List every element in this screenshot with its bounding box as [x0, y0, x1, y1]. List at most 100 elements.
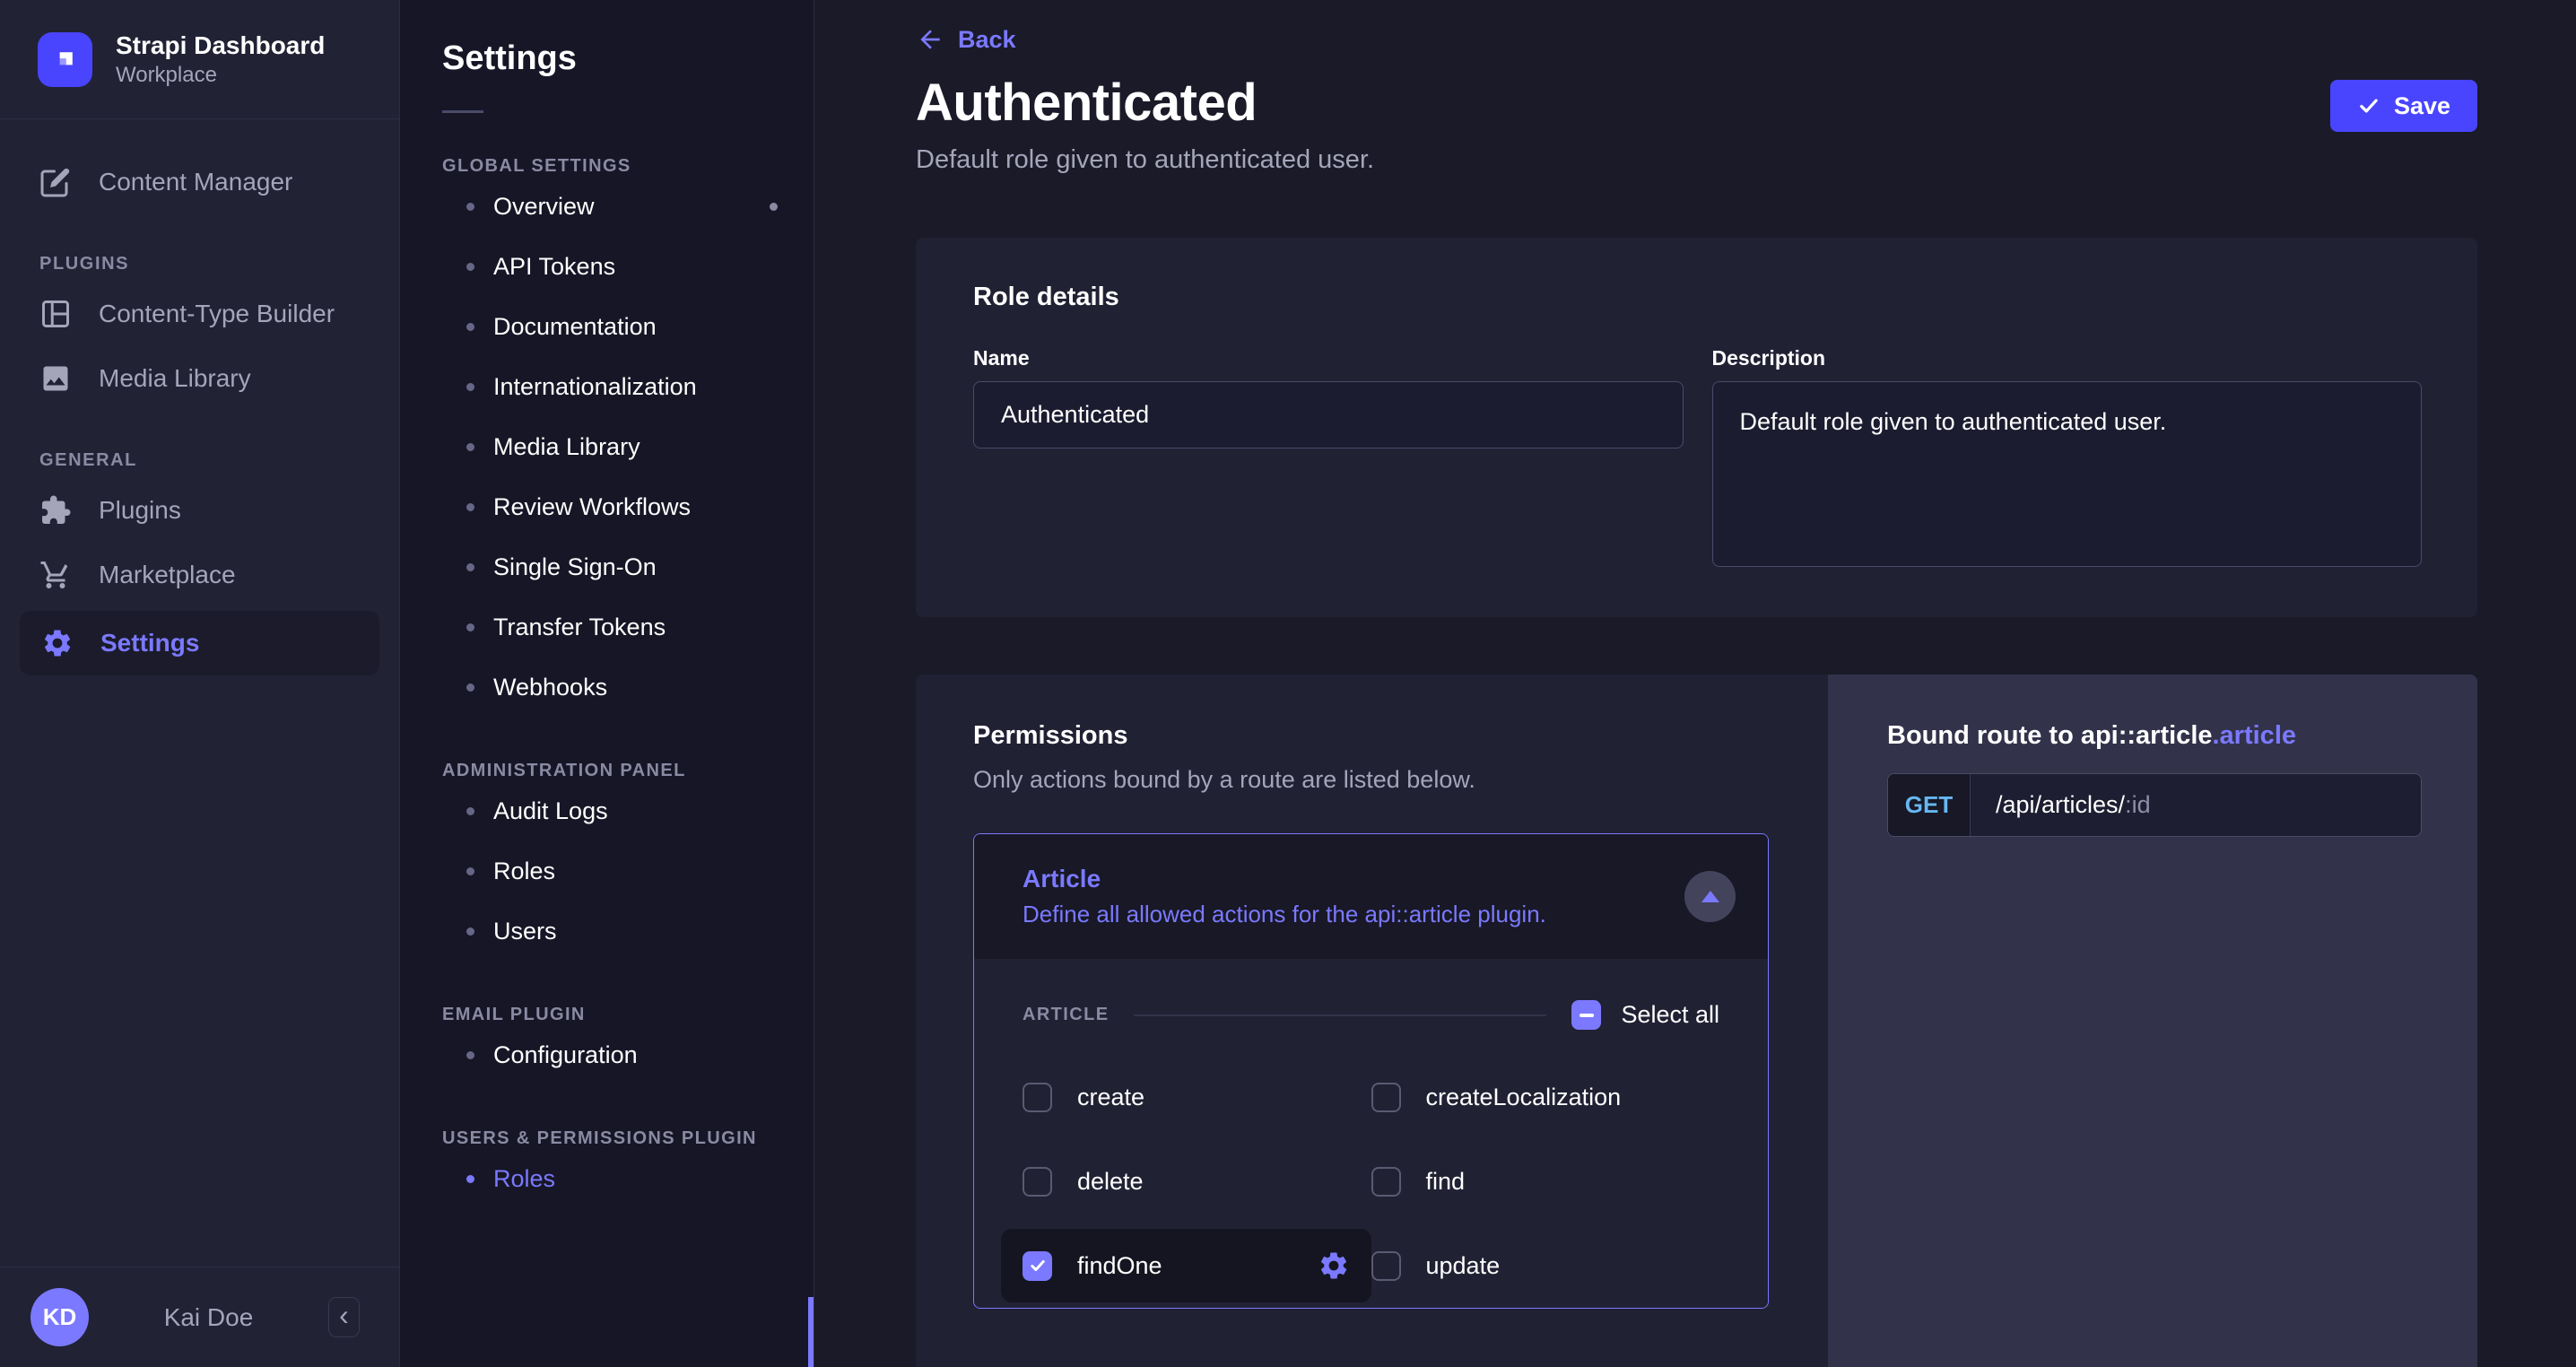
- route-field: GET /api/articles/:id: [1887, 773, 2422, 837]
- sidebar-item-label: Content-Type Builder: [99, 300, 335, 327]
- workspace-text: Strapi Dashboard Workplace: [116, 30, 325, 89]
- action-label: createLocalization: [1425, 1083, 1622, 1110]
- user-name: Kai Doe: [163, 1302, 254, 1331]
- avatar[interactable]: KD: [30, 1288, 89, 1346]
- role-details-title: Role details: [973, 283, 1119, 311]
- subnav-item-webhooks[interactable]: Webhooks: [400, 657, 814, 718]
- bullet-icon: [466, 203, 474, 211]
- subnav-item-label: Users: [493, 918, 557, 945]
- bullet-icon: [466, 867, 474, 875]
- workspace-title: Strapi Dashboard: [116, 30, 326, 59]
- page-subtitle: Default role given to authenticated user…: [916, 145, 1375, 174]
- chevron-up-icon: [1701, 891, 1719, 902]
- collapse-sidebar-button[interactable]: ‹: [328, 1297, 360, 1337]
- create-checkbox[interactable]: [1023, 1082, 1052, 1112]
- subnav-item-up-roles[interactable]: Roles: [400, 1149, 814, 1209]
- subnav-item-label: Roles: [493, 858, 556, 884]
- find-checkbox[interactable]: [1371, 1166, 1401, 1197]
- main-sidebar: Strapi Dashboard Workplace Content Manag…: [0, 0, 400, 1367]
- update-checkbox[interactable]: [1371, 1250, 1401, 1281]
- subnav-item-single-sign-on[interactable]: Single Sign-On: [400, 537, 814, 597]
- sidebar-item-label: Settings: [100, 629, 200, 657]
- arrow-left-icon: [920, 30, 940, 49]
- bullet-icon: [466, 443, 474, 451]
- image-icon: [43, 366, 68, 391]
- sidebar-item-label: Marketplace: [99, 561, 236, 588]
- subnav-item-documentation[interactable]: Documentation: [400, 297, 814, 357]
- route-path-main: /api/articles/: [1996, 791, 2126, 818]
- bullet-icon: [466, 1175, 474, 1183]
- bullet-icon: [466, 1051, 474, 1059]
- permissions-card: Permissions Only actions bound by a rout…: [916, 675, 1828, 1367]
- subnav-item-label: Audit Logs: [493, 797, 608, 824]
- minus-icon: [1579, 1013, 1594, 1017]
- subnav-item-internationalization[interactable]: Internationalization: [400, 357, 814, 417]
- action-update: update: [1371, 1223, 1720, 1308]
- article-accordion: Article Define all allowed actions for t…: [973, 833, 1769, 1309]
- name-field-group: Name Authenticated: [973, 346, 1684, 567]
- action-label: update: [1425, 1251, 1501, 1279]
- article-group-label: ARTICLE: [1023, 1005, 1110, 1024]
- article-accordion-body: ARTICLE Select all create createLocaliza…: [974, 959, 1768, 1308]
- subnav-section-administration-panel: ADMINISTRATION PANEL Audit Logs Roles Us…: [400, 761, 814, 962]
- sidebar-item-content-type-builder[interactable]: Content-Type Builder: [0, 282, 399, 346]
- subnav-section-label: EMAIL PLUGIN: [442, 1005, 586, 1024]
- subnav-item-overview[interactable]: Overview: [400, 177, 814, 237]
- page-title: Authenticated: [916, 74, 1258, 132]
- subnav-divider: [442, 110, 483, 113]
- sidebar-nav: Content Manager PLUGINS Content-Type Bui…: [0, 119, 399, 1267]
- save-label: Save: [2393, 91, 2450, 119]
- createLocalization-checkbox[interactable]: [1371, 1082, 1401, 1112]
- subnav-item-admin-roles[interactable]: Roles: [400, 841, 814, 901]
- subnav-item-transfer-tokens[interactable]: Transfer Tokens: [400, 597, 814, 657]
- check-icon: [2360, 99, 2378, 113]
- bullet-icon: [466, 927, 474, 936]
- article-accordion-title: Article: [1023, 865, 1101, 892]
- subnav-item-label: Webhooks: [493, 674, 608, 701]
- subnav-item-api-tokens[interactable]: API Tokens: [400, 237, 814, 297]
- action-label: create: [1077, 1083, 1145, 1110]
- sidebar-item-content-manager[interactable]: Content Manager: [0, 150, 399, 214]
- sidebar-item-media-library[interactable]: Media Library: [0, 346, 399, 411]
- subnav-item-users[interactable]: Users: [400, 901, 814, 962]
- subnav-item-media-library[interactable]: Media Library: [400, 417, 814, 477]
- action-findOne[interactable]: findOne: [1001, 1229, 1371, 1302]
- action-delete: delete: [1023, 1139, 1371, 1223]
- subnav-item-configuration[interactable]: Configuration: [400, 1025, 814, 1085]
- sidebar-item-plugins[interactable]: Plugins: [0, 478, 399, 543]
- subnav-item-review-workflows[interactable]: Review Workflows: [400, 477, 814, 537]
- article-accordion-header[interactable]: Article Define all allowed actions for t…: [974, 834, 1768, 959]
- article-accordion-description: Define all allowed actions for the api::…: [1023, 901, 1546, 927]
- bullet-icon: [466, 684, 474, 692]
- select-all-checkbox[interactable]: [1571, 1000, 1602, 1030]
- save-button[interactable]: Save: [2329, 80, 2477, 132]
- pen-square-icon: [40, 168, 70, 197]
- role-details-fields: Name Authenticated Description Default r…: [973, 346, 2422, 567]
- sidebar-item-marketplace[interactable]: Marketplace: [0, 543, 399, 607]
- workspace-header[interactable]: Strapi Dashboard Workplace: [0, 0, 399, 119]
- gear-icon: [45, 630, 71, 657]
- subnav-section-email-plugin: EMAIL PLUGIN Configuration: [400, 1005, 814, 1085]
- findOne-checkbox[interactable]: [1023, 1250, 1052, 1281]
- check-icon: [1030, 1259, 1045, 1272]
- user-area: KD Kai Doe ‹: [0, 1267, 399, 1367]
- subnav-item-label: API Tokens: [493, 253, 616, 280]
- article-group-row: ARTICLE Select all: [1023, 1000, 1719, 1030]
- subnav-section-label: ADMINISTRATION PANEL: [442, 761, 686, 780]
- sidebar-item-settings[interactable]: Settings: [20, 611, 379, 675]
- bound-route-title-accent: .article: [2212, 721, 2297, 750]
- findOne-settings-button[interactable]: [1318, 1249, 1350, 1282]
- subnav-item-audit-logs[interactable]: Audit Logs: [400, 781, 814, 841]
- action-label: find: [1425, 1167, 1466, 1195]
- bullet-icon: [466, 323, 474, 331]
- name-input[interactable]: Authenticated: [973, 381, 1684, 448]
- description-value: Default role given to authenticated user…: [1739, 408, 2167, 435]
- name-value: Authenticated: [1001, 401, 1150, 428]
- name-label: Name: [973, 346, 1030, 370]
- back-link[interactable]: Back: [916, 25, 1016, 54]
- action-createLocalization: createLocalization: [1371, 1055, 1720, 1139]
- subnav-section-global-settings: GLOBAL SETTINGS Overview API Tokens Docu…: [400, 156, 814, 718]
- delete-checkbox[interactable]: [1023, 1166, 1052, 1197]
- description-textarea[interactable]: Default role given to authenticated user…: [1711, 381, 2422, 567]
- accordion-collapse-button[interactable]: [1684, 871, 1736, 922]
